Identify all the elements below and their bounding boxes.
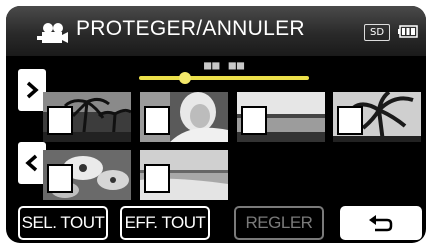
chevron-right-icon — [26, 81, 39, 99]
position-indicator: ■■ ■■ — [204, 58, 246, 72]
sd-card-badge: SD — [364, 24, 390, 41]
thumbnail-checkbox[interactable] — [144, 164, 170, 193]
thumbnail-6[interactable] — [140, 150, 228, 200]
select-all-button[interactable]: SEL. TOUT — [18, 206, 108, 240]
thumbnail-checkbox[interactable] — [47, 164, 73, 193]
thumbnail-3[interactable] — [237, 92, 325, 142]
thumbnail-5[interactable] — [43, 150, 131, 200]
movie-camera-icon — [37, 23, 68, 43]
battery-icon — [398, 25, 418, 38]
camera-screen: PROTEGER/ANNULER SD ■■ ■■ SEL. TOUT EFF.… — [6, 6, 426, 243]
thumbnail-4[interactable] — [333, 92, 421, 142]
thumbnail-checkbox[interactable] — [241, 106, 267, 135]
thumbnail-checkbox[interactable] — [47, 106, 73, 135]
chevron-left-icon — [25, 154, 38, 172]
title-bar: PROTEGER/ANNULER SD — [6, 6, 426, 56]
scroll-slider[interactable] — [139, 72, 309, 84]
set-button[interactable]: REGLER — [234, 206, 324, 240]
clear-all-button[interactable]: EFF. TOUT — [120, 206, 210, 240]
thumbnail-2[interactable] — [140, 92, 228, 142]
page-title: PROTEGER/ANNULER — [76, 17, 305, 40]
thumbnail-checkbox[interactable] — [337, 106, 363, 135]
thumbnail-1[interactable] — [43, 92, 131, 142]
return-arrow-icon — [369, 215, 393, 232]
thumbnail-checkbox[interactable] — [144, 106, 170, 135]
back-button[interactable] — [340, 206, 422, 240]
next-page-button[interactable] — [18, 69, 46, 111]
prev-page-button[interactable] — [18, 142, 46, 184]
slider-knob[interactable] — [179, 72, 191, 84]
